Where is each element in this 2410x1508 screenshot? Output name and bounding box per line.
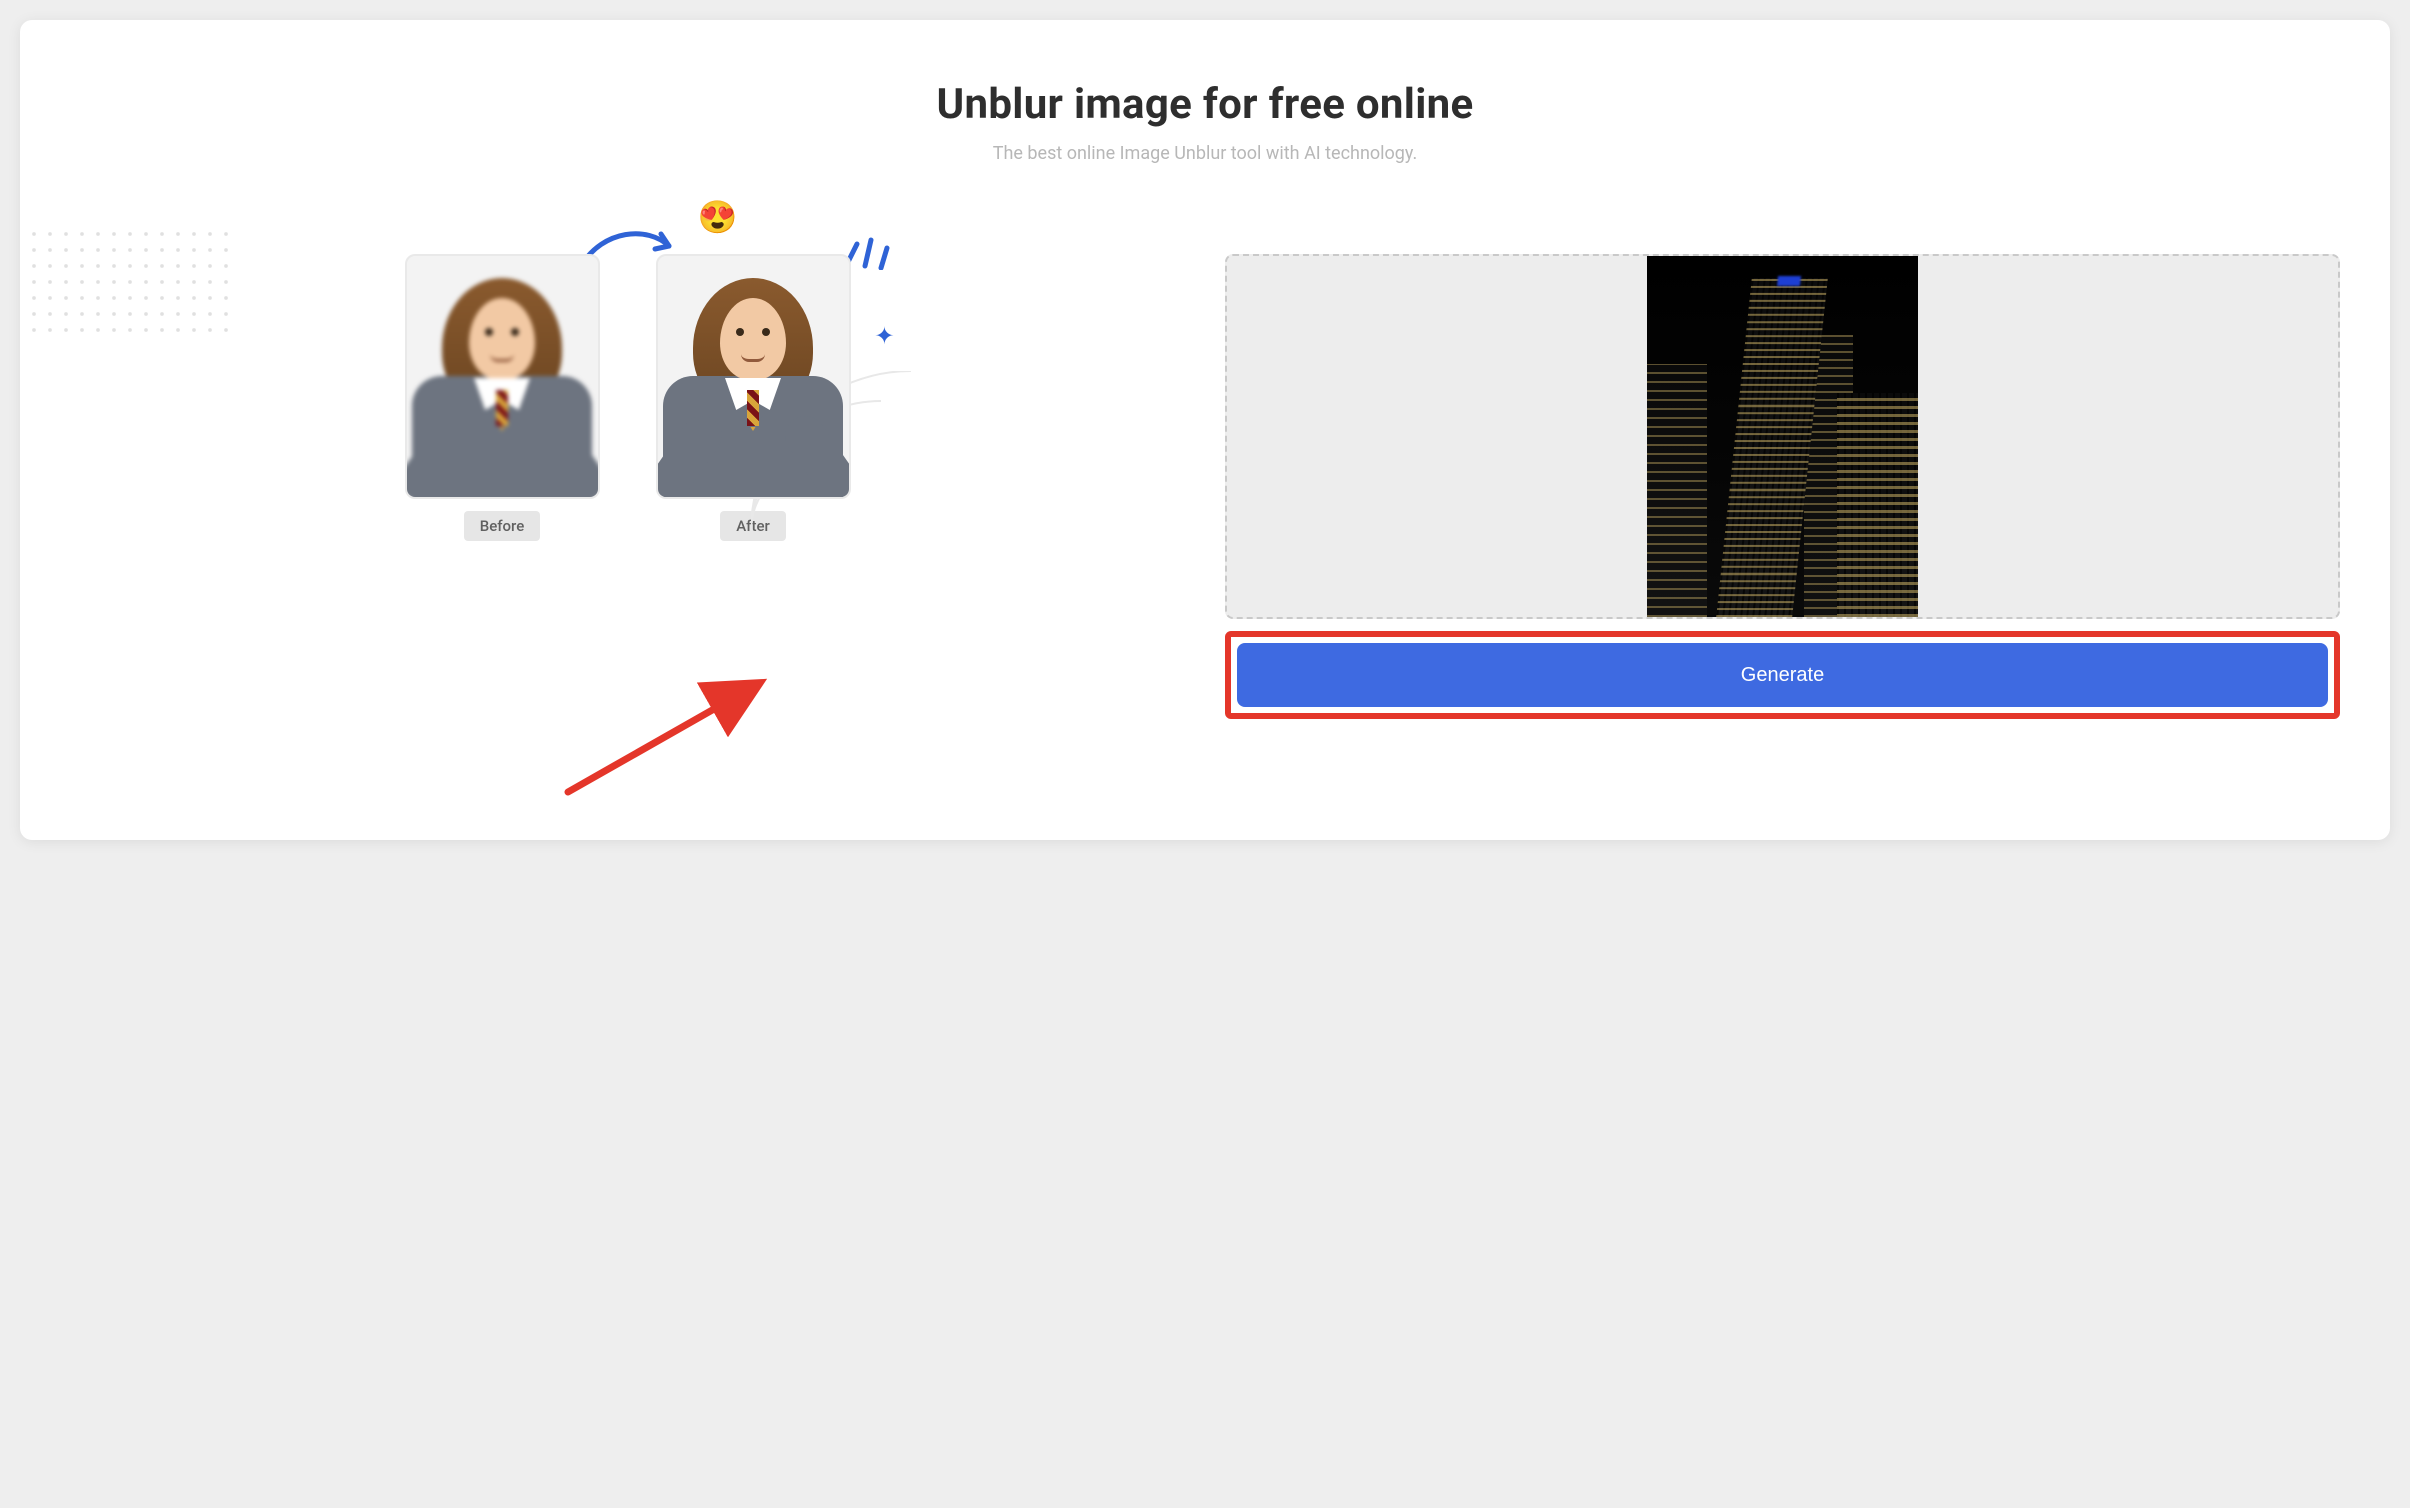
upload-panel: Generate <box>1225 254 2340 719</box>
page-subtitle: The best online Image Unblur tool with A… <box>70 143 2340 164</box>
uploaded-image-preview <box>1647 256 1918 617</box>
generate-button[interactable]: Generate <box>1237 643 2328 707</box>
heart-eyes-emoji-icon: 😍 <box>698 198 738 236</box>
after-image <box>656 254 851 499</box>
after-column: After <box>656 254 851 541</box>
before-label: Before <box>464 511 541 541</box>
dot-grid-decoration <box>26 226 236 336</box>
sparkle-star-icon: ✦ <box>874 322 894 350</box>
before-image <box>405 254 600 499</box>
page-title: Unblur image for free online <box>70 80 2340 129</box>
annotation-highlight-box: Generate <box>1225 631 2340 719</box>
main-card: Unblur image for free online The best on… <box>20 20 2390 840</box>
before-after-demo: 😍 ✦ <box>70 254 1185 541</box>
before-column: Before <box>405 254 600 541</box>
image-dropzone[interactable] <box>1225 254 2340 619</box>
after-label: After <box>720 511 786 541</box>
